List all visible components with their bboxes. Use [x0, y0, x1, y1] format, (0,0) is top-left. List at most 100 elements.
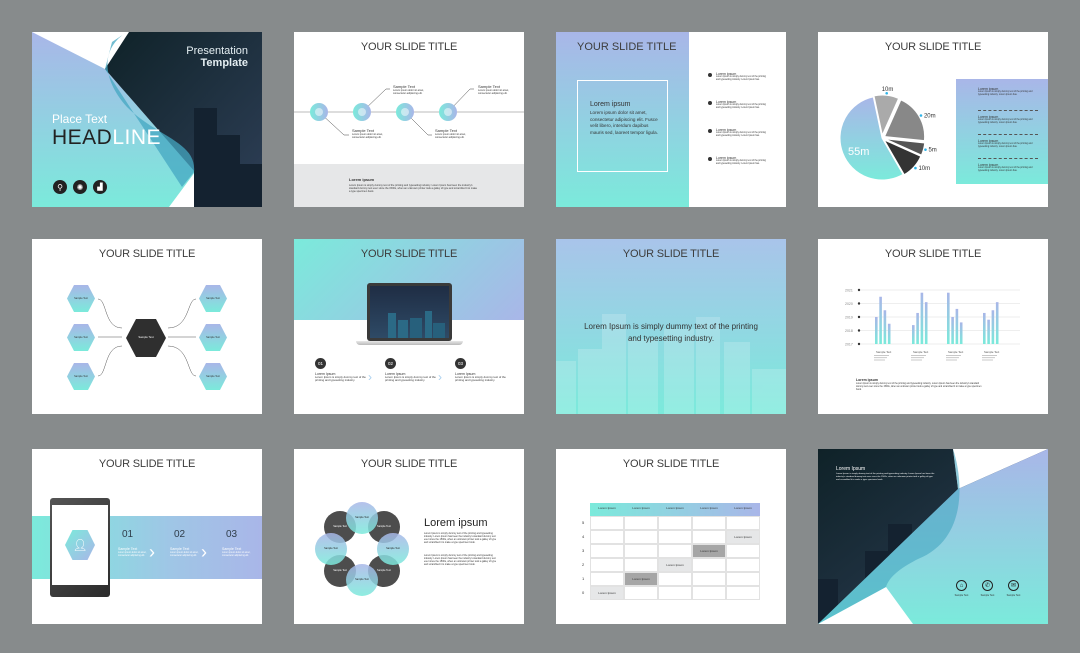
step-body: Lorem Ipsum is simply dummy text of the … — [315, 375, 366, 383]
legend-panel: Lorem ipsum Lorem Ipsum is simply dummy t… — [956, 79, 1048, 184]
lightbulb-icon[interactable]: ✺ — [73, 180, 87, 194]
chevron-right-icon: › — [368, 370, 372, 384]
text-box: Lorem ipsum Lorem ipsum dolor sit amet, … — [577, 80, 668, 172]
table-cell[interactable] — [590, 572, 624, 586]
slide-1-cover[interactable]: Presentation Template Place Text HEADLIN… — [32, 32, 262, 207]
table-cell[interactable] — [658, 586, 692, 600]
table-header-cell: Lorem Ipsum — [632, 506, 650, 510]
slide-8-bar-chart[interactable]: YOUR SLIDE TITLE 2017 2018 2019 2020 2021 Sam… — [818, 239, 1048, 414]
slide-4-pie-chart[interactable]: YOUR SLIDE TITLE 10m 20m 5m 10m 55m Lorem ip… — [818, 32, 1048, 207]
table-cell[interactable]: Lorem Ipsum — [658, 558, 692, 572]
tick-dot — [857, 329, 861, 332]
table-cell[interactable] — [590, 530, 624, 544]
slide-title: YOUR SLIDE TITLE — [622, 248, 720, 260]
footer-band: Lorem ipsum Lorem Ipsum is simply dummy … — [294, 164, 524, 207]
bar — [875, 317, 878, 344]
cycle-node-teal: Sample Text — [315, 533, 347, 565]
category-caption-line — [911, 359, 922, 361]
slide-6-laptop[interactable]: YOUR SLIDE TITLE 01 Lorem Ipsum Lorem Ipsu… — [294, 239, 524, 414]
statement-text: Lorem Ipsum is simply dummy text of the … — [584, 322, 758, 343]
pie-label: 5m — [928, 148, 936, 154]
pie-label: 10m — [918, 166, 930, 172]
pie-label: 20m — [924, 114, 936, 120]
cycle-node-label: Sample Text — [355, 516, 369, 520]
tick-dot — [857, 342, 861, 346]
table-cell[interactable]: Lorem Ipsum — [590, 586, 624, 600]
category-label: Sample Text — [948, 350, 964, 354]
table-cell[interactable] — [624, 516, 658, 530]
table-cell[interactable] — [692, 558, 726, 572]
cell-text: Lorem Ipsum — [632, 577, 650, 581]
slide-7-statement[interactable]: YOUR SLIDE TITLE Lorem Ipsum is simply d… — [556, 239, 786, 414]
legend-item: Lorem ipsum Lorem Ipsum is simply dummy t… — [978, 163, 1033, 172]
table-cell[interactable] — [692, 516, 726, 530]
cycle-node-label: Sample Text — [355, 578, 369, 582]
step-item: 02 Lorem Ipsum Lorem Ipsum is simply dummy… — [385, 358, 437, 383]
table-cell[interactable] — [726, 572, 760, 586]
category-caption-line — [874, 357, 887, 359]
closing-body: Lorem Ipsum is simply dummy text of the … — [836, 473, 935, 481]
table-cell[interactable]: Lorem Ipsum — [692, 544, 726, 558]
chart-note-body: Lorem Ipsum is simply dummy text of the … — [856, 383, 982, 391]
y-tick-label: 2020 — [845, 302, 853, 306]
cycle-node-label: Sample Text — [377, 525, 391, 529]
slide-10-circle-cycle[interactable]: YOUR SLIDE TITLE Sample Text Sample Text S… — [294, 449, 524, 624]
slide-5-hex-diagram[interactable]: YOUR SLIDE TITLE Sample Text Sample Text… — [32, 239, 262, 414]
slide-12-closing[interactable]: Lorem Ipsum Lorem Ipsum is simply dummy … — [818, 449, 1048, 624]
step-number: 02 — [385, 358, 396, 369]
table-cell[interactable] — [624, 530, 658, 544]
cell-text: Lorem Ipsum — [598, 591, 616, 595]
pie-marker — [914, 166, 917, 170]
table-cell[interactable] — [692, 572, 726, 586]
bullet-list: Lorem ipsum Lorem Ipsum is simply dummy t… — [708, 72, 768, 184]
bar — [995, 302, 999, 344]
slide-2-timeline[interactable]: YOUR SLIDE TITLE Sample Text Lorem ipsum … — [294, 32, 524, 207]
table-cell[interactable] — [658, 516, 692, 530]
category-caption-line — [911, 355, 926, 356]
search-icon[interactable]: ⚲ — [53, 180, 67, 194]
y-tick-label: 2017 — [845, 342, 853, 346]
slide-title: YOUR SLIDE TITLE — [360, 248, 458, 260]
bar — [912, 325, 915, 344]
table-cell[interactable] — [590, 558, 624, 572]
headline-light: LINE — [112, 126, 162, 149]
table-cell[interactable] — [726, 558, 760, 572]
cycle-node-label: Sample Text — [386, 547, 400, 551]
chart-icon[interactable]: ▟ — [93, 180, 107, 194]
table-cell[interactable] — [624, 544, 658, 558]
bar — [951, 317, 954, 344]
pie-chart: 10m20m5m10m55m — [839, 87, 937, 181]
phone-icon[interactable]: ✆ — [982, 580, 993, 591]
table-cell[interactable] — [726, 516, 760, 530]
table-cell[interactable] — [692, 530, 726, 544]
table-cell[interactable] — [726, 586, 760, 600]
table-cell[interactable] — [692, 586, 726, 600]
category-caption-line — [946, 359, 957, 361]
slide-11-table[interactable]: YOUR SLIDE TITLE Lorem Ipsum Lorem Ipsum L… — [556, 449, 786, 624]
table-cell[interactable] — [658, 544, 692, 558]
table-cell[interactable] — [726, 544, 760, 558]
table-cell[interactable] — [590, 544, 624, 558]
headline-bold: HEAD — [52, 126, 113, 149]
table-cell[interactable]: Lorem Ipsum — [624, 572, 658, 586]
home-icon[interactable]: ⌂ — [956, 580, 967, 591]
bar — [959, 322, 963, 344]
slide-3-text-box[interactable]: YOUR SLIDE TITLE Lorem ipsum Lorem ipsum… — [556, 32, 786, 207]
table-cell[interactable] — [624, 586, 658, 600]
table-cell[interactable] — [624, 558, 658, 572]
slide-9-phone-steps[interactable]: YOUR SLIDE TITLE 👤︎ 01 Sample Text Lorem i… — [32, 449, 262, 624]
step-item: 01 Lorem Ipsum Lorem Ipsum is simply dummy… — [315, 358, 367, 383]
category-label: Sample Text — [876, 350, 892, 354]
table-cell[interactable]: Lorem Ipsum — [726, 530, 760, 544]
cycle-node-teal: Sample Text — [377, 533, 409, 565]
bar — [920, 292, 924, 344]
laptop-screen — [367, 283, 452, 341]
cycle-node-teal: Sample Text — [346, 564, 378, 596]
bar — [955, 308, 959, 344]
category-caption-line — [982, 357, 995, 359]
table-cell[interactable] — [658, 530, 692, 544]
message-icon[interactable]: ✉ — [1008, 580, 1019, 591]
bar — [916, 312, 919, 344]
table-cell[interactable] — [590, 516, 624, 530]
table-cell[interactable] — [658, 572, 692, 586]
